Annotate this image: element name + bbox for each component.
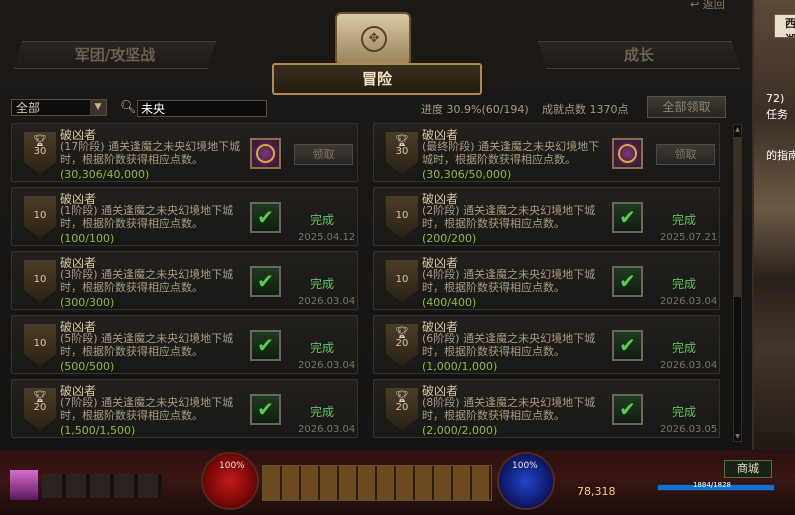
game-hud: 100% 100% 78,318 商城 1884/1828 <box>0 450 795 515</box>
achievement-description: (最终阶段) 通关逢魔之未央幻境地下城时，根据阶数获得相应点数。 <box>422 140 600 166</box>
achievement-description: (8阶段) 通关逢魔之未央幻境地下城时，根据阶数获得相应点数。 <box>422 396 596 422</box>
game-world-background: 西湖 72) 任务 的指南 <box>752 0 795 465</box>
achievement-description: (17阶段) 通关逢魔之未央幻境地下城时，根据阶数获得相应点数。 <box>60 140 241 166</box>
completed-date: 2025.04.12 <box>298 232 356 243</box>
achievement-card: 🏆︎ 20 破凶者 (7阶段) 通关逢魔之未央幻境地下城时，根据阶数获得相应点数。… <box>11 379 358 438</box>
points-shield: 🏆︎ 20 <box>386 324 418 366</box>
achievement-card: 10 破凶者 (4阶段) 通关逢魔之未央幻境地下城时，根据阶数获得相应点数。 (… <box>373 251 720 310</box>
achievement-progress: (30,306/50,000) <box>422 168 512 181</box>
achievement-card: 10 破凶者 (3阶段) 通关逢魔之未央幻境地下城时，根据阶数获得相应点数。 (… <box>11 251 358 310</box>
achievement-card: 10 破凶者 (2阶段) 通关逢魔之未央幻境地下城时，根据阶数获得相应点数。 (… <box>373 187 720 246</box>
achievement-progress: (200/200) <box>422 232 477 245</box>
achievement-progress: (400/400) <box>422 296 477 309</box>
achievement-progress: (100/100) <box>60 232 115 245</box>
achievement-description: (7阶段) 通关逢魔之未央幻境地下城时，根据阶数获得相应点数。 <box>60 396 234 422</box>
mp-percent: 100% <box>512 461 538 471</box>
points-shield: 🏆︎ 20 <box>24 388 56 430</box>
achievement-description: (6阶段) 通关逢魔之未央幻境地下城时，根据阶数获得相应点数。 <box>422 332 596 358</box>
points-shield: 🏆︎ 20 <box>386 388 418 430</box>
achievement-card: 🏆︎ 20 破凶者 (8阶段) 通关逢魔之未央幻境地下城时，根据阶数获得相应点数。… <box>373 379 720 438</box>
completed-label: 完成 <box>310 213 335 227</box>
achievement-progress: (300/300) <box>60 296 115 309</box>
claim-button[interactable]: 领取 <box>294 144 353 165</box>
achievement-progress: (500/500) <box>60 360 115 373</box>
skill-bar[interactable] <box>262 465 492 501</box>
points-shield: 10 <box>24 260 56 302</box>
achievement-description: (4阶段) 通关逢魔之未央幻境地下城时，根据阶数获得相应点数。 <box>422 268 596 294</box>
completed-date: 2026.03.04 <box>298 296 356 307</box>
achievement-card: 🏆︎ 30 破凶者 (最终阶段) 通关逢魔之未央幻境地下城时，根据阶数获得相应点数… <box>373 123 720 182</box>
achievement-card: 10 破凶者 (5阶段) 通关逢魔之未央幻境地下城时，根据阶数获得相应点数。 (… <box>11 315 358 374</box>
points-shield: 10 <box>24 324 56 366</box>
achievement-description: (1阶段) 通关逢魔之未央幻境地下城时，根据阶数获得相应点数。 <box>60 204 234 230</box>
completed-date: 2026.03.04 <box>298 360 356 371</box>
completed-label: 完成 <box>672 341 697 355</box>
consumable-slots[interactable] <box>42 474 162 498</box>
achievement-card: 10 破凶者 (1阶段) 通关逢魔之未央幻境地下城时，根据阶数获得相应点数。 (… <box>11 187 358 246</box>
quest-tracker-line[interactable]: 的指南 <box>766 147 795 163</box>
quest-tracker-line[interactable]: 任务 <box>766 106 795 122</box>
completed-date: 2026.03.04 <box>660 296 718 307</box>
completed-label: 完成 <box>672 405 697 419</box>
achievement-description: (5阶段) 通关逢魔之未央幻境地下城时，根据阶数获得相应点数。 <box>60 332 234 358</box>
achievement-progress: (1,500/1,500) <box>60 424 136 437</box>
list-scrollbar[interactable]: ▲ ▼ <box>733 124 742 442</box>
completed-date: 2026.03.04 <box>660 360 718 371</box>
achievement-description: (2阶段) 通关逢魔之未央幻境地下城时，根据阶数获得相应点数。 <box>422 204 596 230</box>
claim-button[interactable]: 领取 <box>656 144 715 165</box>
achievement-progress: (2,000/2,000) <box>422 424 498 437</box>
checkmark-icon: ✔ <box>250 202 281 233</box>
experience-text: 1884/1828 <box>693 481 731 489</box>
checkmark-icon: ✔ <box>250 266 281 297</box>
completed-label: 完成 <box>310 341 335 355</box>
character-portrait[interactable] <box>10 470 38 500</box>
points-shield: 10 <box>386 260 418 302</box>
location-badge: 西湖 <box>774 14 795 38</box>
achievement-progress: (1,000/1,000) <box>422 360 498 373</box>
shop-button[interactable]: 商城 <box>724 460 772 478</box>
completed-label: 完成 <box>310 277 335 291</box>
gold-amount: 78,318 <box>577 485 616 498</box>
scrollbar-thumb[interactable] <box>734 137 741 297</box>
achievement-card: 🏆︎ 30 破凶者 (17阶段) 通关逢魔之未央幻境地下城时，根据阶数获得相应点数… <box>11 123 358 182</box>
completed-label: 完成 <box>310 405 335 419</box>
reward-emblem-icon[interactable] <box>612 138 643 169</box>
scroll-down-icon[interactable]: ▼ <box>734 432 741 441</box>
completed-label: 完成 <box>672 277 697 291</box>
achievement-card: 🏆︎ 20 破凶者 (6阶段) 通关逢魔之未央幻境地下城时，根据阶数获得相应点数。… <box>373 315 720 374</box>
scroll-up-icon[interactable]: ▲ <box>734 125 741 134</box>
checkmark-icon: ✔ <box>250 330 281 361</box>
achievement-description: (3阶段) 通关逢魔之未央幻境地下城时，根据阶数获得相应点数。 <box>60 268 234 294</box>
quest-tracker-line: 72) <box>766 92 785 105</box>
points-shield: 10 <box>386 196 418 238</box>
points-shield: 10 <box>24 196 56 238</box>
achievement-progress: (30,306/40,000) <box>60 168 150 181</box>
checkmark-icon: ✔ <box>612 330 643 361</box>
completed-date: 2026.03.04 <box>298 424 356 435</box>
achievement-list: 🏆︎ 30 破凶者 (17阶段) 通关逢魔之未央幻境地下城时，根据阶数获得相应点数… <box>0 0 752 450</box>
completed-date: 2025.07.21 <box>660 232 718 243</box>
hp-percent: 100% <box>219 461 245 471</box>
checkmark-icon: ✔ <box>612 202 643 233</box>
points-shield: 🏆︎ 30 <box>24 132 56 174</box>
reward-emblem-icon[interactable] <box>250 138 281 169</box>
achievement-panel: ✥ ↩ 返回 军团/攻坚战 成长 冒险 全部 ▼ 🔍︎ 进度 30.9%(60/… <box>0 0 754 450</box>
completed-date: 2026.03.05 <box>660 424 718 435</box>
checkmark-icon: ✔ <box>612 394 643 425</box>
checkmark-icon: ✔ <box>612 266 643 297</box>
checkmark-icon: ✔ <box>250 394 281 425</box>
points-shield: 🏆︎ 30 <box>386 132 418 174</box>
completed-label: 完成 <box>672 213 697 227</box>
